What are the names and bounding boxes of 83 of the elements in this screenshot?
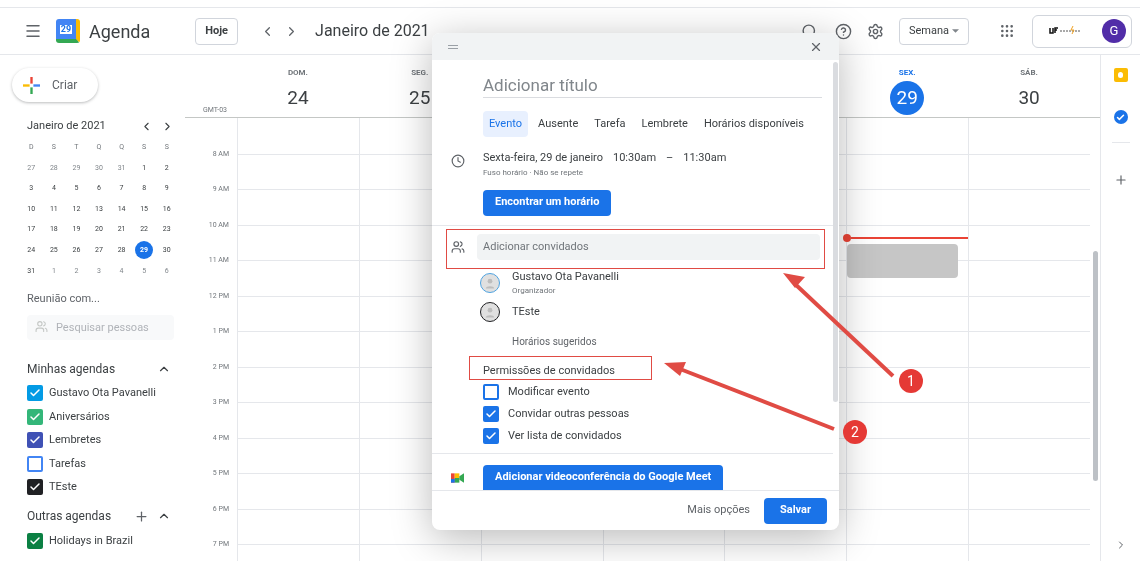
settings-icon[interactable] — [867, 22, 884, 40]
checkbox[interactable] — [27, 408, 43, 425]
permission-label[interactable]: Modificar evento — [508, 383, 590, 401]
permission-label[interactable]: Ver lista de convidados — [508, 427, 622, 445]
scrollbar[interactable] — [1092, 251, 1098, 481]
checkbox[interactable] — [27, 385, 43, 402]
section-title: Minhas agendas — [27, 360, 117, 378]
find-time-button[interactable]: Encontrar um horário — [483, 189, 612, 216]
checkbox[interactable] — [483, 384, 499, 400]
checkbox[interactable] — [483, 406, 499, 422]
guests-field[interactable]: Adicionar convidados — [477, 233, 820, 260]
calendar-name[interactable]: Lembretes — [49, 432, 102, 449]
end-time[interactable]: 11:30am — [683, 150, 727, 167]
event-details[interactable]: Fuso horário · Não se repete — [483, 166, 727, 179]
check-icon — [29, 534, 41, 547]
day-number[interactable]: 30 — [1012, 81, 1047, 115]
menu-icon[interactable] — [24, 22, 42, 40]
day-number[interactable]: 24 — [280, 81, 315, 115]
avatar-icon — [480, 272, 500, 293]
suggested-times-link[interactable]: Horários sugeridos — [512, 334, 833, 349]
start-time[interactable]: 10:30am — [613, 150, 657, 167]
app-name: Agenda — [89, 19, 151, 44]
meet-button[interactable]: Adicionar videoconferência do Google Meet — [483, 465, 724, 490]
people-icon — [35, 319, 48, 333]
guests-icon — [451, 239, 465, 254]
calendar-name[interactable]: TEste — [49, 479, 77, 496]
more-options-button[interactable]: Mais opções — [685, 502, 752, 519]
checkbox[interactable] — [27, 432, 43, 449]
checkbox[interactable] — [483, 428, 499, 444]
calendar-name[interactable]: Tarefas — [49, 455, 86, 473]
section-title: Outras agendas — [27, 508, 113, 526]
event-date[interactable]: Sexta-feira, 29 de janeiro — [483, 150, 603, 167]
calendar-name[interactable]: Aniversários — [49, 408, 110, 426]
guest-name: Gustavo Ota Pavanelli — [512, 268, 619, 285]
calendar-logo[interactable]: 29 — [56, 19, 80, 43]
event-type-tab[interactable]: Lembrete — [635, 111, 694, 137]
help-icon[interactable] — [835, 22, 852, 40]
people-search-field[interactable]: Pesquisar pessoas — [27, 314, 174, 340]
permissions-title: Permissões de convidados — [483, 364, 615, 377]
apps-icon[interactable] — [999, 23, 1015, 39]
step-number: 2 — [843, 420, 867, 444]
scrollbar[interactable] — [833, 62, 838, 402]
create-button[interactable]: Criar — [12, 68, 98, 102]
checkbox[interactable] — [27, 532, 43, 549]
weekday-label: SEX. — [898, 67, 916, 79]
weekday-label: SEG. — [411, 67, 429, 79]
time-separator: – — [666, 150, 674, 166]
title-field[interactable]: Adicionar título — [483, 73, 822, 98]
period-title: Janeiro de 2021 — [315, 20, 430, 42]
weekday-label: DOM. — [287, 67, 308, 79]
check-icon — [485, 408, 497, 420]
calendar-name[interactable]: Holidays in Brazil — [49, 532, 133, 550]
event-type-tab[interactable]: Evento — [483, 111, 529, 137]
account-box[interactable]: G — [1032, 14, 1132, 48]
permission-label[interactable]: Convidar outras pessoas — [508, 405, 630, 423]
today-button[interactable]: Hoje — [195, 17, 239, 45]
add-icon[interactable] — [134, 508, 149, 524]
task-icon[interactable] — [1113, 110, 1128, 124]
guest-name: TEste — [512, 303, 540, 320]
event-type-tab[interactable]: Ausente — [532, 111, 585, 137]
video-camera-icon — [451, 472, 464, 483]
month-title: Janeiro de 2021 — [27, 117, 107, 134]
view-dropdown[interactable]: Semana — [899, 17, 969, 45]
day-number[interactable]: 29 — [890, 81, 925, 115]
weekday-label: SÁB. — [1020, 67, 1038, 79]
event-type-tab[interactable]: Tarefa — [588, 111, 632, 137]
logo-icon — [1049, 26, 1083, 36]
plus-icon — [23, 76, 40, 94]
checkbox[interactable] — [27, 479, 43, 496]
account-avatar[interactable]: G — [1102, 19, 1126, 43]
calendar-name[interactable]: Gustavo Ota Pavanelli — [49, 385, 156, 402]
checkbox[interactable] — [27, 455, 43, 472]
dropdown-arrow-icon — [952, 29, 959, 33]
save-button[interactable]: Salvar — [764, 497, 827, 524]
event-type-tab[interactable]: Horários disponíveis — [697, 111, 810, 137]
avatar-icon — [480, 302, 500, 322]
clock-icon — [451, 154, 465, 168]
meet-with-label: Reunião com... — [27, 291, 101, 308]
drag-handle-icon[interactable] — [448, 44, 458, 49]
check-icon — [29, 410, 41, 423]
step-number: 1 — [899, 369, 923, 393]
guest-role: Organizador — [512, 285, 557, 297]
check-icon — [485, 430, 497, 442]
